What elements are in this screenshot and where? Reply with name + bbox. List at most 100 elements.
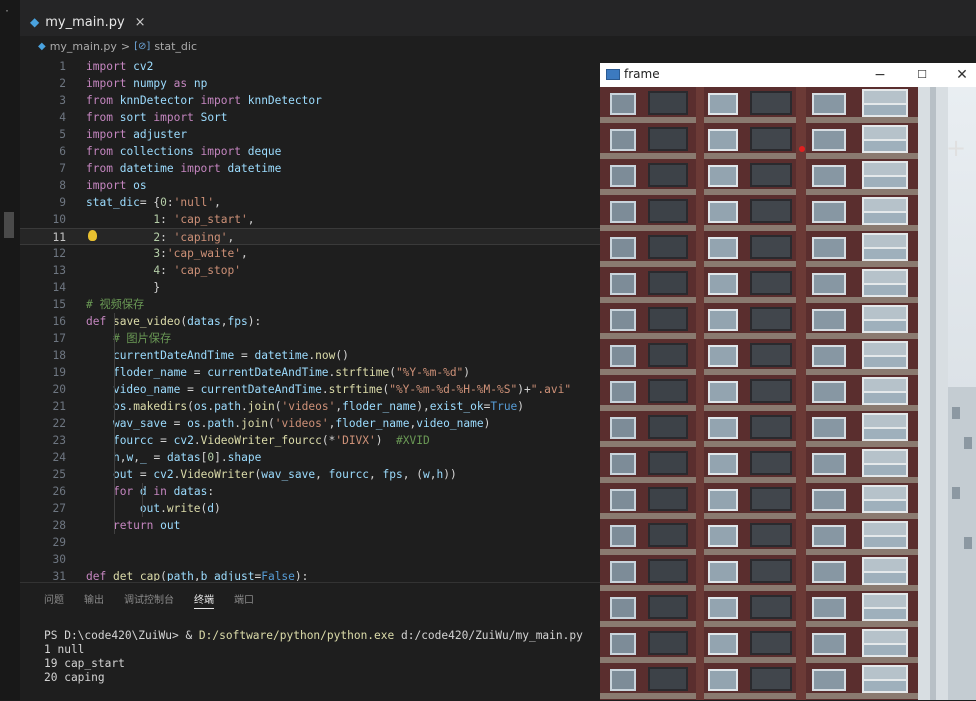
terminal-line: 20 caping <box>44 671 105 684</box>
close-button[interactable]: ✕ <box>950 65 974 85</box>
tab-my-main-py[interactable]: ◆ my_main.py × <box>30 8 146 36</box>
code-text: os.makedirs(os.path.join('videos',floder… <box>112 400 525 413</box>
code-line[interactable]: 7 from datetime import datetime <box>20 160 620 177</box>
code-line[interactable]: 6 from collections import deque <box>20 143 620 160</box>
code-line[interactable]: 14 } <box>20 279 620 296</box>
panel-tab[interactable]: 调试控制台 <box>124 591 174 609</box>
code-text: from knnDetector import knnDetector <box>86 94 322 107</box>
code-line[interactable]: 24 h,w,_ = datas[0].shape <box>20 449 620 466</box>
line-number: 5 <box>59 128 66 141</box>
line-number: 6 <box>59 145 66 158</box>
code-text: 2: 'caping', <box>153 231 235 244</box>
line-number: 21 <box>52 400 66 413</box>
panel-tab[interactable]: 终端 <box>194 591 214 609</box>
code-text: # 视频保存 <box>86 298 145 311</box>
code-line[interactable]: 31 def det_cap(path,b_adjust=False): <box>20 568 620 581</box>
line-number: 13 <box>52 264 66 277</box>
code-text: for d in datas: <box>112 485 215 498</box>
breadcrumb: ◆ my_main.py > [⊘] stat_dic <box>38 40 197 53</box>
line-number: 2 <box>59 77 66 90</box>
code-line[interactable]: 9 stat_dic= {0:'null', <box>20 194 620 211</box>
code-line[interactable]: 13 4: 'cap_stop' <box>20 262 620 279</box>
code-line[interactable]: 23 fourcc = cv2.VideoWriter_fourcc(*'DIV… <box>20 432 620 449</box>
line-number: 1 <box>59 60 66 73</box>
frame-title: frame <box>624 67 660 81</box>
code-line[interactable]: 28 return out <box>20 517 620 534</box>
code-text: 1: 'cap_start', <box>153 213 255 226</box>
code-line[interactable]: 10 1: 'cap_start', <box>20 211 620 228</box>
code-text: from sort import Sort <box>86 111 228 124</box>
code-line[interactable]: 8 import os <box>20 177 620 194</box>
code-line[interactable]: 5 import adjuster <box>20 126 620 143</box>
scroll-marker[interactable] <box>4 212 14 238</box>
terminal-lines: 1 null 19 cap_start 20 caping <box>44 643 125 684</box>
line-number: 7 <box>59 162 66 175</box>
code-line[interactable]: 11 2: 'caping', <box>20 228 620 245</box>
bottom-panel: 问题 输出 调试控制台 终端 端口 PS D:\code420\ZuiWu> & D:/… <box>20 582 600 701</box>
editor-tab-bar: ◆ my_main.py × <box>20 0 976 36</box>
code-text: currentDateAndTime = datetime.now() <box>112 349 349 362</box>
close-icon[interactable]: × <box>135 15 146 30</box>
code-line[interactable]: 21 os.makedirs(os.path.join('videos',flo… <box>20 398 620 415</box>
terminal-prompt: PS D:\code420\ZuiWu> & <box>44 629 199 642</box>
code-line[interactable]: 12 3:'cap_waite', <box>20 245 620 262</box>
app-icon <box>606 69 620 80</box>
line-number: 18 <box>52 349 66 362</box>
breadcrumb-file[interactable]: my_main.py <box>50 40 117 53</box>
crosshair-cursor: + <box>946 134 967 162</box>
code-text: video_name = currentDateAndTime.strftime… <box>112 383 572 396</box>
code-line[interactable]: 20 video_name = currentDateAndTime.strft… <box>20 381 620 398</box>
indent-guide <box>114 313 115 534</box>
code-line[interactable]: 29 <box>20 534 620 551</box>
code-text: from datetime import datetime <box>86 162 282 175</box>
terminal-output[interactable]: PS D:\code420\ZuiWu> & D:/software/pytho… <box>44 629 583 685</box>
code-text: import adjuster <box>86 128 188 141</box>
panel-tab[interactable]: 端口 <box>234 591 254 609</box>
code-text: out = cv2.VideoWriter(wav_save, fourcc, … <box>112 468 457 481</box>
line-number: 11 <box>52 231 66 244</box>
minimize-button[interactable]: − <box>868 65 892 85</box>
code-line[interactable]: 26 for d in datas: <box>20 483 620 500</box>
line-number: 23 <box>52 434 66 447</box>
code-text: # 图片保存 <box>112 332 172 345</box>
code-line[interactable]: 3 from knnDetector import knnDetector <box>20 92 620 109</box>
line-number: 27 <box>52 502 66 515</box>
frame-title-bar[interactable]: frame − ☐ ✕ <box>600 63 976 87</box>
dot-icon: · <box>4 6 11 17</box>
code-line[interactable]: 18 currentDateAndTime = datetime.now() <box>20 347 620 364</box>
code-line[interactable]: 2 import numpy as np <box>20 75 620 92</box>
indent-guide <box>142 483 143 517</box>
code-line[interactable]: 1 import cv2 <box>20 58 620 75</box>
panel-tab[interactable]: 输出 <box>84 591 104 609</box>
code-text: def det_cap(path,b_adjust=False): <box>86 570 309 581</box>
code-line[interactable]: 30 <box>20 551 620 568</box>
line-number: 4 <box>59 111 66 124</box>
code-line[interactable]: 17 # 图片保存 <box>20 330 620 347</box>
line-number: 16 <box>52 315 66 328</box>
line-number: 8 <box>59 179 66 192</box>
python-file-icon: ◆ <box>38 41 46 52</box>
line-number: 31 <box>52 570 66 581</box>
code-text: stat_dic= {0:'null', <box>86 196 221 209</box>
code-text: from collections import deque <box>86 145 282 158</box>
left-activity-edge: · <box>0 0 20 700</box>
code-line[interactable]: 27 out.write(d) <box>20 500 620 517</box>
breadcrumb-symbol[interactable]: stat_dic <box>154 40 197 53</box>
code-line[interactable]: 4 from sort import Sort <box>20 109 620 126</box>
code-text: wav_save = os.path.join('videos',floder_… <box>112 417 491 430</box>
code-line[interactable]: 19 floder_name = currentDateAndTime.strf… <box>20 364 620 381</box>
python-file-icon: ◆ <box>30 15 40 29</box>
terminal-line: 19 cap_start <box>44 657 125 670</box>
terminal-line: 1 null <box>44 643 85 656</box>
code-line[interactable]: 22 wav_save = os.path.join('videos',flod… <box>20 415 620 432</box>
tab-label: my_main.py <box>45 14 125 30</box>
line-number: 10 <box>52 213 66 226</box>
code-line[interactable]: 16 def save_video(datas,fps): <box>20 313 620 330</box>
code-editor[interactable]: 1 import cv2 2 import numpy as np 3 from knnD… <box>20 58 620 581</box>
code-line[interactable]: 25 out = cv2.VideoWriter(wav_save, fourc… <box>20 466 620 483</box>
panel-tab[interactable]: 问题 <box>44 591 64 609</box>
line-number: 9 <box>59 196 66 209</box>
maximize-button[interactable]: ☐ <box>910 65 934 85</box>
code-line[interactable]: 15 # 视频保存 <box>20 296 620 313</box>
line-number: 17 <box>52 332 66 345</box>
